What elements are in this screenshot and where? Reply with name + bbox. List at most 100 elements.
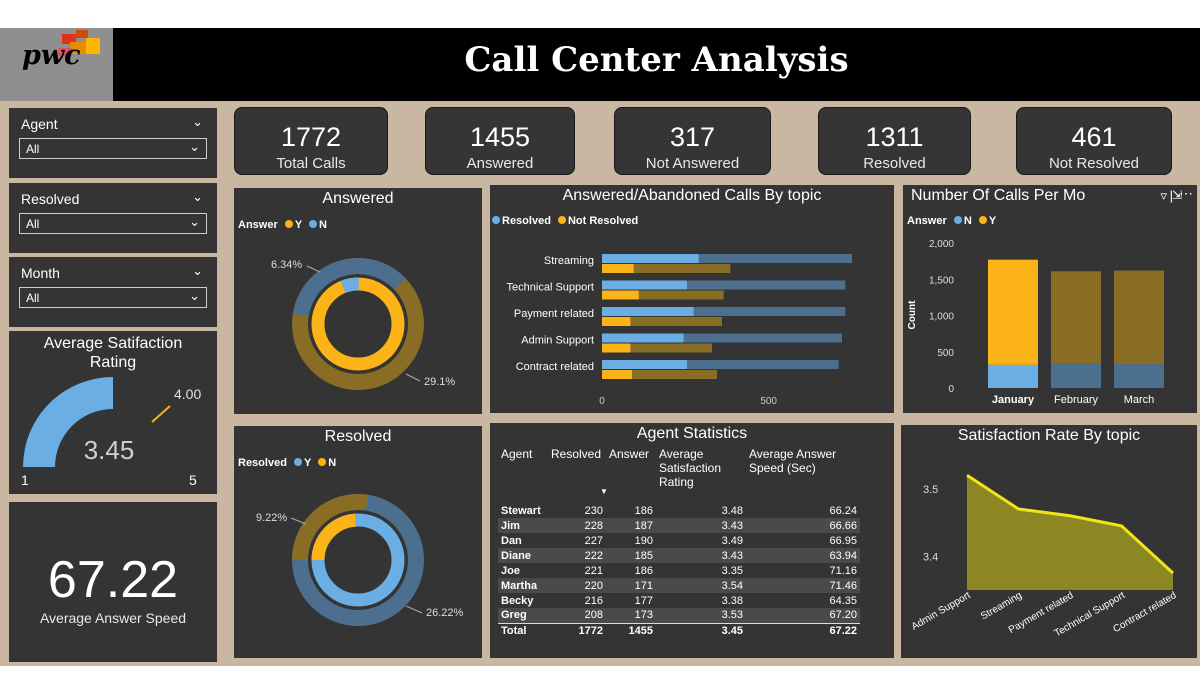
agent-stats-panel[interactable]: Agent Statistics Agent Resolved ▼ Answer …: [490, 423, 894, 658]
y-tick-label: 500: [937, 348, 954, 359]
data-label: 29.1%: [424, 376, 455, 388]
bar-resolved: [602, 254, 699, 263]
table-cell: 66.24: [829, 504, 857, 517]
gauge-chart: 3.45 4.00 1 5: [21, 377, 201, 488]
table-cell: Greg: [498, 608, 548, 623]
month-bar-panel[interactable]: Number Of Calls Per Mo ▿ | ⇲ ⋯ Answer N …: [903, 185, 1197, 413]
table-row[interactable]: Jim 228 187 3.43 66.66: [498, 518, 860, 533]
chevron-down-icon[interactable]: ⌄: [192, 114, 203, 130]
bar-not-resolved: [602, 343, 631, 353]
x-tick-label: Streaming: [979, 590, 1024, 622]
table-cell: Joe: [501, 564, 520, 577]
bar-segment-n: [1051, 363, 1101, 388]
table-cell: 220: [548, 578, 606, 593]
slicer-resolved[interactable]: Resolved ⌄ All ⌄: [9, 183, 217, 253]
satisfaction-area-panel[interactable]: Satisfaction Rate By topic 3.5 3.4 Admin S…: [901, 425, 1197, 658]
table-cell: Dan: [501, 534, 522, 547]
table-row[interactable]: Stewart 230 186 3.48 66.24: [498, 503, 860, 518]
table-cell: 71.16: [829, 564, 857, 577]
bar-segment-n: [1114, 364, 1164, 388]
bar-resolved: [602, 360, 687, 369]
table-cell: 221: [584, 564, 603, 577]
topic-bar-panel[interactable]: Answered/Abandoned Calls By topic Resolv…: [490, 185, 894, 413]
kpi-label: Not Resolved: [1048, 155, 1140, 172]
table-cell: 3.35: [721, 564, 743, 577]
table-row[interactable]: Dan 227 190 3.49 66.95: [498, 533, 860, 548]
category-label: Payment related: [514, 308, 594, 320]
answered-donut-panel[interactable]: Answered Answer Y N 6.34% 29.1%: [234, 188, 482, 414]
table-cell: Becky: [501, 594, 534, 607]
kpi-answered[interactable]: 1455 Answered: [425, 107, 575, 175]
chevron-down-icon: ⌄: [189, 139, 200, 154]
kpi-not-answered[interactable]: 317 Not Answered: [614, 107, 771, 175]
inner-ring-y: [311, 277, 405, 371]
slicer-dropdown[interactable]: All ⌄: [19, 138, 207, 159]
table-cell: 71.46: [746, 578, 860, 593]
gauge-value: 3.45: [84, 435, 135, 465]
slicer-label: Resolved: [21, 191, 80, 207]
y-tick-label: 0: [948, 384, 954, 395]
y-tick-label: 1,000: [929, 312, 954, 323]
y-tick-label: 3.4: [923, 551, 938, 563]
gauge-min: 1: [21, 472, 29, 488]
column-header[interactable]: Average Satisfaction Rating: [656, 447, 746, 503]
slicer-agent[interactable]: Agent ⌄ All ⌄: [9, 108, 217, 178]
chevron-down-icon: ⌄: [189, 288, 200, 303]
y-axis-label: Count: [907, 300, 918, 330]
bar-resolved: [602, 333, 684, 343]
table-cell: 187: [606, 518, 656, 533]
y-tick-label: 1,500: [929, 275, 954, 286]
table-cell: 1455: [606, 622, 656, 638]
column-header[interactable]: Resolved ▼: [548, 447, 608, 503]
answered-donut: 6.34% 29.1%: [271, 258, 455, 390]
month-bar-chart: Count 0 500 1,000 1,500 2,000 January February…: [907, 239, 1164, 406]
column-header[interactable]: Agent: [498, 447, 548, 503]
slicer-label: Agent: [21, 116, 58, 132]
slicer-month[interactable]: Month ⌄ All ⌄: [9, 257, 217, 327]
y-tick-label: 2,000: [929, 239, 954, 250]
bar-not-resolved: [602, 317, 631, 326]
table-row[interactable]: Greg 208 173 3.53 67.20: [498, 608, 860, 623]
slicer-value: All: [26, 217, 40, 231]
table-cell: 230: [584, 504, 603, 517]
slicer-dropdown[interactable]: All ⌄: [19, 213, 207, 234]
area-fill: [967, 475, 1173, 590]
satisfaction-area-chart: 3.53.4Admin Support StreamingPayment rela…: [910, 473, 1179, 639]
answer-speed-card[interactable]: 67.22 Average Answer Speed: [9, 502, 217, 662]
table-row[interactable]: Diane 222 185 3.43 63.94: [498, 548, 860, 563]
table-cell: 216: [584, 594, 603, 607]
sort-arrow-icon: ▼: [600, 487, 608, 496]
kpi-label: Answered: [466, 155, 534, 172]
table-cell: Total: [498, 622, 548, 638]
table-cell: 208: [548, 608, 606, 623]
kpi-resolved[interactable]: 1311 Resolved: [818, 107, 971, 175]
table-cell: 66.66: [746, 518, 860, 533]
column-header[interactable]: Answer: [606, 447, 656, 503]
y-tick-label: 3.5: [923, 484, 938, 496]
bar-segment-y: [1114, 270, 1164, 365]
resolved-donut-panel[interactable]: Resolved Resolved Y N 9.22% 26.22%: [234, 426, 482, 658]
kpi-label: Total Calls: [276, 155, 346, 172]
kpi-value: 1455: [469, 122, 531, 152]
bar-not-resolved: [602, 290, 639, 300]
chevron-down-icon[interactable]: ⌄: [192, 189, 203, 205]
table-cell: 66.95: [829, 534, 857, 547]
slicer-dropdown[interactable]: All ⌄: [19, 287, 207, 308]
kpi-total-calls[interactable]: 1772 Total Calls: [234, 107, 388, 175]
column-header[interactable]: Average Answer Speed (Sec): [746, 447, 860, 503]
kpi-not-resolved[interactable]: 461 Not Resolved: [1016, 107, 1172, 175]
table-cell: 3.54: [656, 578, 746, 593]
category-label: Contract related: [516, 361, 594, 373]
gauge-target: 4.00: [174, 386, 201, 402]
table-row[interactable]: Becky 216 177 3.38 64.35: [498, 593, 860, 608]
table-row[interactable]: Martha 220 171 3.54 71.46: [498, 578, 860, 593]
table-cell: 190: [634, 534, 653, 547]
table-row[interactable]: Joe 221 186 3.35 71.16: [498, 563, 860, 578]
slicer-value: All: [26, 291, 40, 305]
gauge-target-marker: [151, 405, 171, 423]
satisfaction-gauge-panel[interactable]: Average Satifaction Rating 3.45 4.00 1 5: [9, 331, 217, 494]
category-label: Technical Support: [507, 282, 594, 294]
chevron-down-icon[interactable]: ⌄: [192, 263, 203, 279]
table-cell: 186: [634, 564, 653, 577]
x-tick-label: March: [1124, 394, 1155, 406]
